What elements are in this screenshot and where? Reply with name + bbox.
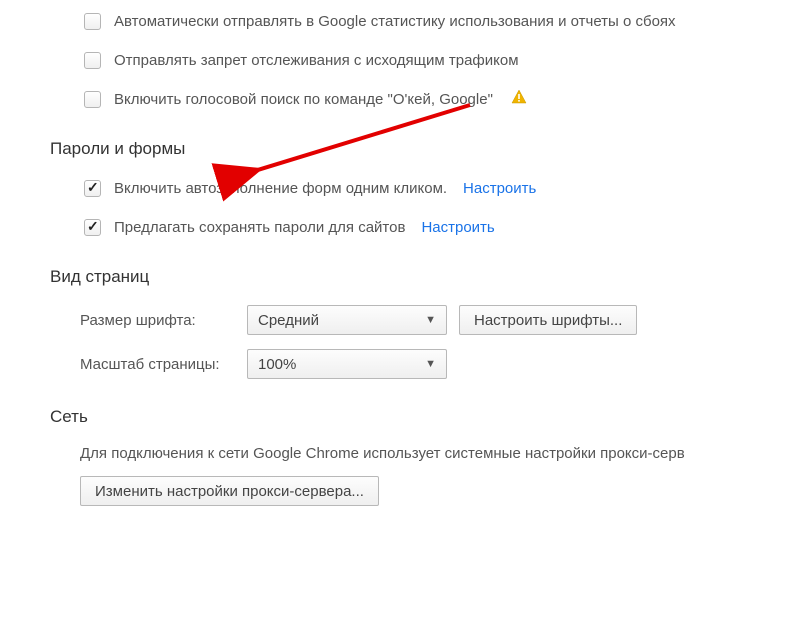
font-size-value: Средний [258, 312, 319, 329]
warning-icon [511, 89, 527, 111]
autofill-label: Включить автозаполнение форм одним клико… [114, 179, 447, 199]
passwords-forms-heading: Пароли и формы [50, 139, 807, 159]
chevron-down-icon: ▼ [425, 358, 436, 370]
send-stats-checkbox[interactable] [84, 13, 101, 30]
page-zoom-select[interactable]: 100% ▼ [247, 349, 447, 379]
save-passwords-checkbox[interactable] [84, 219, 101, 236]
ok-google-label: Включить голосовой поиск по команде "О'к… [114, 90, 493, 110]
autofill-checkbox[interactable] [84, 180, 101, 197]
page-zoom-value: 100% [258, 356, 296, 373]
ok-google-checkbox[interactable] [84, 91, 101, 108]
send-stats-label: Автоматически отправлять в Google статис… [114, 12, 676, 32]
network-description: Для подключения к сети Google Chrome исп… [80, 445, 807, 462]
save-passwords-configure-link[interactable]: Настроить [421, 218, 494, 238]
customize-fonts-button[interactable]: Настроить шрифты... [459, 305, 637, 335]
network-heading: Сеть [50, 407, 807, 427]
font-size-label: Размер шрифта: [80, 312, 235, 329]
page-zoom-label: Масштаб страницы: [80, 356, 235, 373]
change-proxy-button[interactable]: Изменить настройки прокси-сервера... [80, 476, 379, 506]
do-not-track-label: Отправлять запрет отслеживания с исходящ… [114, 51, 519, 71]
appearance-heading: Вид страниц [50, 267, 807, 287]
save-passwords-label: Предлагать сохранять пароли для сайтов [114, 218, 405, 238]
chevron-down-icon: ▼ [425, 314, 436, 326]
autofill-configure-link[interactable]: Настроить [463, 179, 536, 199]
font-size-select[interactable]: Средний ▼ [247, 305, 447, 335]
do-not-track-checkbox[interactable] [84, 52, 101, 69]
